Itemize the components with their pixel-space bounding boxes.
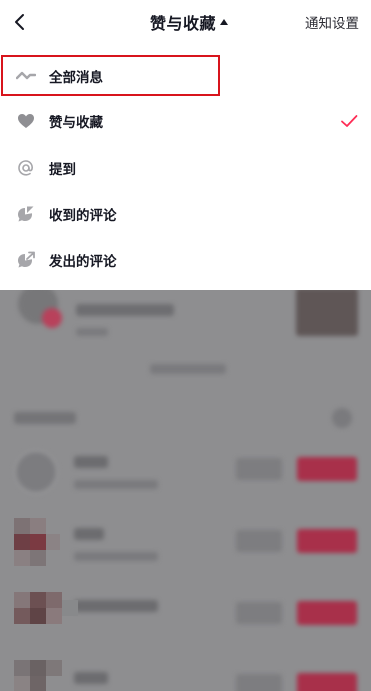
follow-button	[297, 457, 357, 481]
page-title: 赞与收藏	[150, 14, 217, 33]
menu-item-all-messages[interactable]: 全部消息	[0, 53, 371, 99]
avatar	[14, 450, 58, 494]
follow-button	[297, 673, 357, 691]
dim-overlay[interactable]	[0, 290, 371, 691]
at-icon	[16, 158, 36, 178]
user-name	[74, 528, 104, 540]
remove-button	[236, 674, 282, 691]
remove-button	[236, 458, 282, 480]
user-subtitle	[74, 480, 158, 489]
menu-item-likes-favorites[interactable]: 赞与收藏	[0, 98, 371, 144]
menu-item-mentions[interactable]: 提到	[0, 145, 371, 191]
like-badge	[42, 308, 62, 328]
message-filter-menu: 全部消息 赞与收藏 提到 收到的评论 发出的评论	[0, 45, 371, 290]
remove-button	[236, 602, 282, 624]
menu-item-comments-received[interactable]: 收到的评论	[0, 191, 371, 237]
menu-item-comments-sent[interactable]: 发出的评论	[0, 237, 371, 283]
notification-time	[76, 328, 108, 336]
user-name	[74, 600, 158, 612]
remove-button	[236, 530, 282, 552]
post-thumbnail	[296, 290, 358, 336]
menu-item-label: 全部消息	[49, 70, 103, 86]
top-nav-bar: 赞与收藏 通知设置	[0, 0, 371, 45]
wave-icon	[16, 66, 36, 86]
back-chevron-icon	[15, 14, 24, 30]
follow-button	[297, 601, 357, 625]
notification-text	[76, 304, 174, 316]
menu-item-label: 发出的评论	[49, 254, 117, 270]
heart-icon	[16, 111, 36, 131]
checkmark-icon	[341, 115, 358, 127]
section-title	[14, 412, 76, 424]
info-icon	[332, 408, 352, 428]
notification-settings-link[interactable]: 通知设置	[305, 12, 359, 32]
comment-sent-icon	[16, 250, 36, 270]
caret-up-icon	[220, 19, 229, 25]
menu-item-label: 赞与收藏	[49, 115, 103, 131]
comment-received-icon	[16, 204, 36, 224]
back-button[interactable]	[4, 6, 36, 38]
view-more-text	[150, 364, 226, 374]
user-subtitle	[74, 552, 158, 561]
user-name	[74, 456, 108, 468]
follow-button	[297, 529, 357, 553]
menu-item-label: 收到的评论	[49, 208, 117, 224]
menu-item-label: 提到	[49, 162, 76, 178]
user-name	[74, 672, 108, 684]
blurred-page-content	[0, 290, 371, 691]
message-filter-toggle[interactable]: 赞与收藏	[150, 10, 229, 34]
